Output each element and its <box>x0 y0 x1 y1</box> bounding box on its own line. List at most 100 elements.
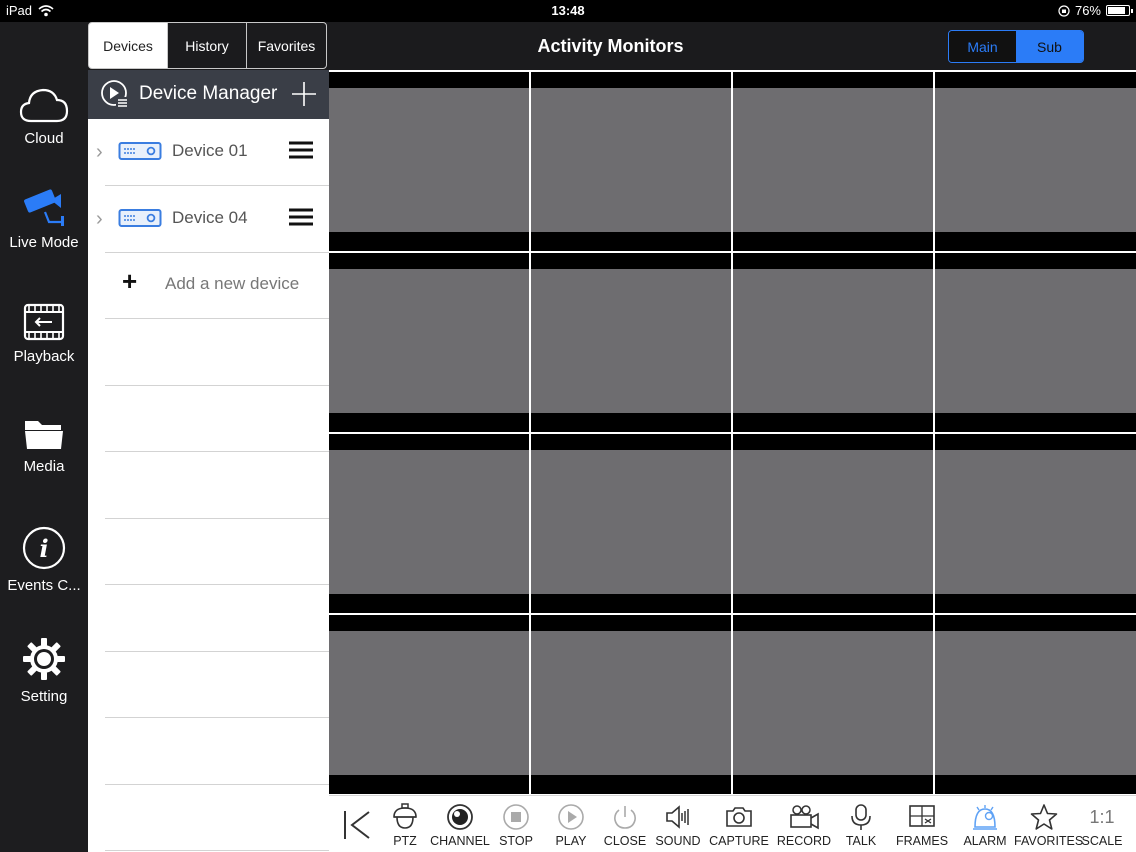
device-row-04[interactable]: › Device 04 <box>88 186 329 253</box>
stop-label: STOP <box>499 834 533 848</box>
video-cell[interactable] <box>531 72 731 251</box>
row-divider <box>105 850 329 851</box>
gear-icon <box>23 638 65 680</box>
nav-item-live-mode[interactable]: Live Mode <box>0 186 88 251</box>
nav-item-playback[interactable]: Playback <box>0 302 88 365</box>
video-feed-placeholder <box>329 631 529 775</box>
nav-label-setting: Setting <box>20 688 68 705</box>
folder-icon <box>25 421 63 449</box>
alarm-label: ALARM <box>963 834 1007 848</box>
video-cell[interactable] <box>733 615 933 794</box>
tab-history[interactable]: History <box>167 22 247 69</box>
row-divider <box>105 451 329 452</box>
video-cell[interactable] <box>935 72 1136 251</box>
nav-item-events[interactable]: i Events C... <box>0 525 88 594</box>
battery-percent: 76% <box>1074 3 1101 18</box>
alarm-button[interactable]: ALARM <box>963 796 1007 852</box>
nav-item-setting[interactable]: Setting <box>0 636 88 705</box>
tab-favorites[interactable]: Favorites <box>246 22 327 69</box>
scale-label: SCALE <box>1081 834 1123 848</box>
add-device-row[interactable]: + Add a new device <box>88 252 329 319</box>
video-feed-placeholder <box>733 631 933 775</box>
video-feed-placeholder <box>531 269 731 413</box>
play-label: PLAY <box>555 834 587 848</box>
nav-label-cloud: Cloud <box>24 130 64 147</box>
stream-main-button[interactable]: Main <box>949 31 1016 62</box>
video-feed-placeholder <box>935 631 1136 775</box>
play-button[interactable]: PLAY <box>551 796 591 852</box>
video-cell[interactable] <box>733 253 933 432</box>
star-icon <box>1030 804 1058 830</box>
video-cell[interactable] <box>329 434 529 613</box>
video-cell[interactable] <box>935 615 1136 794</box>
stop-button[interactable]: STOP <box>496 796 536 852</box>
ptz-button[interactable]: PTZ <box>385 796 425 852</box>
video-cell[interactable] <box>935 253 1136 432</box>
tab-devices[interactable]: Devices <box>88 22 168 69</box>
channel-lens-icon <box>447 804 473 830</box>
close-button[interactable]: CLOSE <box>604 796 646 852</box>
favorites-label: FAVORITES <box>1014 834 1084 848</box>
dvr-device-icon <box>118 209 162 227</box>
speaker-icon <box>666 805 689 829</box>
status-time: 13:48 <box>551 3 585 18</box>
channel-label: CHANNEL <box>430 834 490 848</box>
video-cell[interactable] <box>733 434 933 613</box>
device-manager-header: Device Manager <box>88 70 329 119</box>
video-cell[interactable] <box>531 434 731 613</box>
frames-label: FRAMES <box>895 834 949 848</box>
add-device-icon[interactable] <box>290 80 318 108</box>
nav-item-media[interactable]: Media <box>0 416 88 475</box>
stop-icon <box>503 804 529 830</box>
video-cell[interactable] <box>329 615 529 794</box>
scale-button[interactable]: 1:1 SCALE <box>1082 796 1123 852</box>
video-cell[interactable] <box>733 72 933 251</box>
video-feed-placeholder <box>329 450 529 594</box>
power-icon <box>614 806 636 829</box>
stream-sub-button[interactable]: Sub <box>1016 31 1083 62</box>
row-divider <box>105 717 329 718</box>
video-cell[interactable] <box>329 72 529 251</box>
collapse-panel-button[interactable] <box>337 796 377 852</box>
play-icon <box>558 804 584 830</box>
left-nav: Cloud Live Mode Playback Media i Events … <box>0 22 88 852</box>
row-divider <box>105 318 329 319</box>
sound-button[interactable]: SOUND <box>655 796 701 852</box>
device-name: Device 01 <box>172 141 248 160</box>
video-camera-icon <box>790 805 819 830</box>
video-feed-placeholder <box>733 450 933 594</box>
video-feed-placeholder <box>935 450 1136 594</box>
status-bar: iPad 13:48 76% <box>0 0 1136 22</box>
hamburger-menu-icon[interactable] <box>288 207 314 227</box>
scale-icon: 1:1 <box>1089 807 1115 827</box>
video-feed-placeholder <box>329 88 529 232</box>
row-divider <box>105 385 329 386</box>
title-bar: Activity Monitors Main Sub <box>329 22 1136 70</box>
video-grid <box>329 70 1136 795</box>
chevron-right-icon[interactable]: › <box>96 208 103 231</box>
video-feed-placeholder <box>531 88 731 232</box>
frames-icon <box>909 805 935 827</box>
orientation-lock-icon <box>1058 4 1070 17</box>
video-feed-placeholder <box>531 450 731 594</box>
plus-icon: + <box>122 266 138 296</box>
talk-button[interactable]: TALK <box>841 796 881 852</box>
favorites-button[interactable]: FAVORITES <box>1014 796 1083 852</box>
record-button[interactable]: RECORD <box>777 796 831 852</box>
channel-button[interactable]: CHANNEL <box>430 796 490 852</box>
hamburger-menu-icon[interactable] <box>288 140 314 160</box>
record-label: RECORD <box>776 834 832 848</box>
device-row-01[interactable]: › Device 01 <box>88 119 329 186</box>
svg-text:i: i <box>39 534 48 563</box>
video-cell[interactable] <box>531 253 731 432</box>
nav-item-cloud[interactable]: Cloud <box>0 84 88 147</box>
capture-button[interactable]: CAPTURE <box>709 796 769 852</box>
video-cell[interactable] <box>531 615 731 794</box>
frames-button[interactable]: FRAMES <box>896 796 948 852</box>
nav-label-playback: Playback <box>13 348 75 365</box>
chevron-right-icon[interactable]: › <box>96 141 103 164</box>
video-cell[interactable] <box>935 434 1136 613</box>
alarm-icon <box>973 805 997 830</box>
device-tabs: Devices History Favorites <box>88 22 329 70</box>
video-cell[interactable] <box>329 253 529 432</box>
